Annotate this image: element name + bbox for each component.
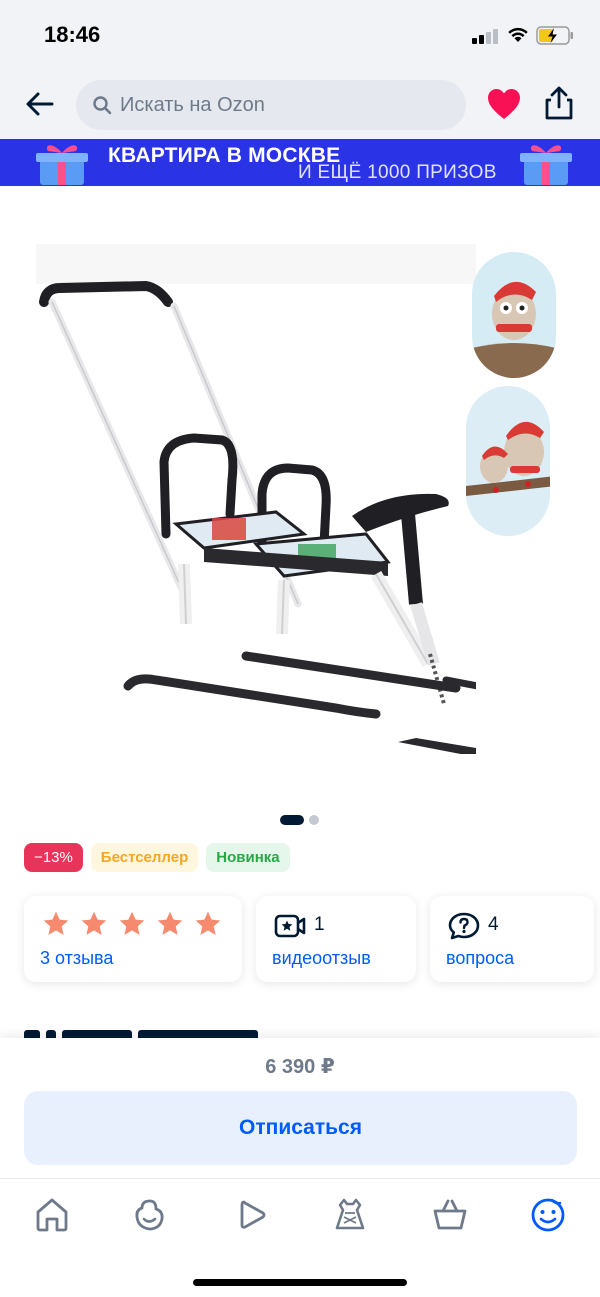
star-icon <box>119 911 145 935</box>
new-badge: Новинка <box>206 843 290 872</box>
banner-subtitle: И ЕЩЁ 1000 ПРИЗОВ <box>298 162 497 183</box>
heart-icon[interactable] <box>486 87 522 121</box>
status-bar: 18:46 <box>0 0 600 70</box>
star-icon <box>81 911 107 935</box>
search-icon <box>93 96 112 115</box>
top-navigation-bar <box>0 70 600 140</box>
video-reviews-card[interactable]: 1 видеоотзыв <box>256 896 416 982</box>
video-star-icon <box>274 914 306 938</box>
fresh-icon[interactable] <box>130 1195 170 1235</box>
product-badges: −13% Бестселлер Новинка <box>24 843 290 872</box>
bottom-action-sheet: 6 390 ₽ Отписаться <box>0 1038 600 1178</box>
bestseller-badge: Бестселлер <box>90 843 199 872</box>
back-arrow-icon[interactable] <box>22 86 58 122</box>
discount-badge: −13% <box>24 843 83 872</box>
star-icon <box>43 911 69 935</box>
status-time: 18:46 <box>44 22 101 47</box>
search-bar[interactable] <box>76 80 466 130</box>
promo-banner[interactable]: КВАРТИРА В МОСКВЕ И ЕЩЁ 1000 ПРИЗОВ <box>0 139 600 186</box>
share-icon[interactable] <box>542 85 576 121</box>
questions-card[interactable]: 4 вопроса <box>430 896 594 982</box>
gallery-thumbnail[interactable] <box>472 252 556 378</box>
gift-icon <box>520 145 572 185</box>
pagination-dot <box>309 815 319 825</box>
home-icon[interactable] <box>32 1195 72 1235</box>
rating-stars <box>42 910 222 938</box>
gallery-pagination <box>280 814 320 826</box>
video-reviews-link[interactable]: видеоотзыв <box>272 948 371 969</box>
star-icon <box>195 911 221 935</box>
home-indicator <box>193 1279 407 1286</box>
hidden-content-row <box>24 1030 344 1038</box>
cellular-signal-icon <box>472 28 500 44</box>
pagination-dot-active <box>280 815 304 825</box>
video-reviews-count: 1 <box>314 914 325 935</box>
questions-count: 4 <box>488 914 499 935</box>
product-image[interactable] <box>36 244 476 754</box>
reviews-link[interactable]: 3 отзыва <box>40 948 113 969</box>
star-icon <box>157 911 183 935</box>
unsubscribe-button[interactable]: Отписаться <box>24 1091 577 1165</box>
rating-card[interactable]: 3 отзыва <box>24 896 242 982</box>
gift-icon <box>36 145 88 185</box>
cart-icon[interactable] <box>430 1195 470 1235</box>
bottom-tab-bar <box>0 1178 600 1297</box>
fashion-icon[interactable] <box>330 1195 370 1235</box>
questions-link[interactable]: вопроса <box>446 948 514 969</box>
product-gallery[interactable] <box>0 186 600 836</box>
gallery-thumbnail[interactable] <box>466 386 550 536</box>
wifi-icon <box>508 27 528 42</box>
product-price: 6 390 ₽ <box>265 1056 335 1078</box>
profile-icon[interactable] <box>528 1195 568 1235</box>
question-bubble-icon <box>448 912 480 940</box>
info-cards: 3 отзыва 1 видеоотзыв 4 вопроса <box>24 896 594 982</box>
battery-charging-icon <box>536 26 573 45</box>
search-input[interactable] <box>120 80 450 130</box>
video-play-icon[interactable] <box>232 1195 272 1235</box>
